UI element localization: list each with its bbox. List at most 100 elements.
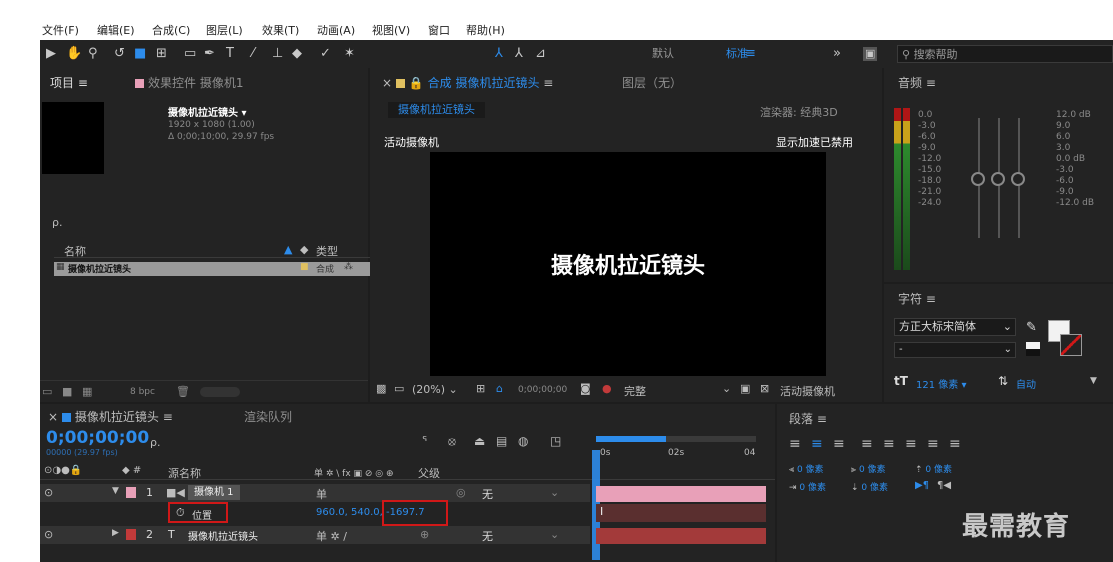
work-area-range[interactable] — [596, 436, 666, 442]
comp-viewer[interactable]: 摄像机拉近镜头 — [430, 152, 826, 376]
comp-breadcrumb[interactable]: 摄像机拉近镜头 — [388, 102, 485, 118]
layer-name[interactable]: 摄像机拉近镜头 — [188, 528, 258, 543]
indent-left-field[interactable]: ⫷ 0 像素 — [789, 462, 824, 475]
font-family-select[interactable]: 方正大标宋简体 ⌄ — [894, 318, 1016, 336]
motion-blur-icon[interactable]: ◍ — [518, 434, 528, 448]
right-volume-knob[interactable] — [1011, 172, 1025, 186]
project-tab[interactable]: 项目 ≡ — [50, 74, 88, 91]
menu-effect[interactable]: 效果(T) — [262, 22, 299, 38]
new-comp-icon[interactable]: ▦ — [82, 385, 92, 398]
justify-full-icon[interactable]: ≡ — [949, 436, 961, 452]
new-folder-icon[interactable]: ■ — [62, 385, 72, 398]
layer-2-bar[interactable] — [596, 528, 766, 544]
comp-tab[interactable]: × 🔒 合成 摄像机拉近镜头 ≡ — [382, 74, 553, 91]
render-queue-tab[interactable]: 渲染队列 — [244, 408, 292, 425]
time-ruler[interactable]: 0s 02s 04 — [596, 436, 764, 462]
menu-window[interactable]: 窗口 — [428, 22, 450, 38]
chevron-down-icon[interactable]: ⌄ — [550, 528, 559, 541]
close-icon[interactable]: × — [48, 410, 62, 424]
local-axis-icon[interactable]: ⅄ — [495, 44, 503, 64]
position-xy-value[interactable]: 960.0, 540.0, — [316, 507, 383, 518]
align-left-icon[interactable]: ≡ — [789, 436, 807, 452]
master-volume-knob[interactable] — [991, 172, 1005, 186]
table-row[interactable]: ⊙ ▼ 1 ■◀ 摄像机 1 单 ◎ 无 ⌄ — [40, 484, 590, 502]
column-source-name[interactable]: 源名称 — [168, 465, 201, 481]
project-search-input[interactable]: ρ. — [52, 216, 62, 229]
align-right-icon[interactable]: ≡ — [833, 436, 845, 452]
menu-animation[interactable]: 动画(A) — [317, 22, 355, 38]
workspace-default[interactable]: 默认 — [652, 44, 674, 64]
menu-layer[interactable]: 图层(L) — [206, 22, 243, 38]
menu-composition[interactable]: 合成(C) — [152, 22, 190, 38]
puppet-tool-icon[interactable]: ✶ — [344, 44, 355, 64]
transparency-grid-icon[interactable]: ⊠ — [760, 382, 769, 395]
pick-whip-icon[interactable]: ◎ — [456, 486, 466, 499]
chevron-down-icon[interactable]: ⌄ — [550, 486, 559, 499]
clone-stamp-tool-icon[interactable]: ⊥ — [272, 44, 283, 64]
expand-arrow-icon[interactable]: ▼ — [112, 486, 119, 496]
text-tool-icon[interactable]: T — [226, 44, 234, 64]
camera-tool-icon[interactable]: ■ — [134, 44, 146, 64]
column-name[interactable]: 名称 — [64, 243, 86, 259]
layer-label-color[interactable] — [126, 487, 136, 498]
timeline-search-input[interactable]: ρ. — [150, 436, 160, 449]
visibility-eye-icon[interactable]: ⊙ — [44, 528, 53, 541]
toolbar-toggle-icon[interactable]: ▣ — [863, 47, 878, 61]
eraser-tool-icon[interactable]: ◆ — [292, 44, 302, 64]
eyedropper-icon[interactable]: ✎ — [1026, 320, 1037, 335]
zoom-tool-icon[interactable]: ⚲ — [88, 44, 98, 64]
visibility-eye-icon[interactable]: ⊙ — [44, 486, 53, 499]
renderer-label[interactable]: 渲染器: 经典3D — [760, 104, 838, 120]
layer-1-bar[interactable] — [596, 486, 766, 502]
column-type[interactable]: 类型 — [316, 243, 338, 259]
rtl-direction-icon[interactable]: ¶◀ — [937, 480, 951, 491]
first-line-indent-field[interactable]: ⇥ 0 像素 — [789, 480, 826, 493]
close-icon[interactable]: × — [382, 76, 396, 90]
shy-layers-icon[interactable]: ⏏ — [474, 434, 485, 448]
snapshot-icon[interactable]: ◙ — [580, 382, 591, 395]
audio-tab[interactable]: 音频 ≡ — [898, 74, 936, 91]
layer-label-color[interactable] — [126, 529, 136, 540]
layer-name[interactable]: 摄像机 1 — [188, 485, 240, 500]
safe-margins-icon[interactable]: ⊞ — [476, 382, 485, 395]
left-volume-knob[interactable] — [971, 172, 985, 186]
comp-flowchart-icon[interactable]: ᕐ — [422, 434, 427, 448]
justify-right-icon[interactable]: ≡ — [905, 436, 917, 452]
draft-3d-icon[interactable]: ⦻ — [448, 434, 456, 449]
layer-switch[interactable]: 单 ✲ / — [316, 528, 347, 544]
resolution-select[interactable]: 完整 — [624, 383, 646, 399]
trash-icon[interactable]: 🗑 — [176, 385, 190, 398]
selection-tool-icon[interactable]: ▶ — [46, 44, 56, 64]
color-channels-icon[interactable]: ● — [602, 382, 612, 395]
pan-behind-tool-icon[interactable]: ⊞ — [156, 44, 167, 64]
3d-layer-icon[interactable]: ⊕ — [420, 528, 429, 541]
justify-center-icon[interactable]: ≡ — [883, 436, 895, 452]
timeline-tab[interactable]: × 摄像机拉近镜头 ≡ — [48, 408, 173, 425]
interpret-icon[interactable]: ▭ — [42, 385, 52, 398]
leading-value[interactable]: 自动 — [1016, 376, 1036, 391]
pen-tool-icon[interactable]: ✒ — [204, 44, 215, 64]
chevron-down-icon[interactable]: ▼ — [1090, 376, 1097, 386]
menu-file[interactable]: 文件(F) — [42, 22, 79, 38]
menu-view[interactable]: 视图(V) — [372, 22, 410, 38]
region-icon[interactable]: ▣ — [740, 382, 750, 395]
stroke-color-swatch[interactable] — [1060, 334, 1082, 356]
view-axis-icon[interactable]: ⊿ — [535, 44, 546, 64]
justify-left-icon[interactable]: ≡ — [861, 436, 873, 452]
layer-tab[interactable]: 图层（无） — [622, 74, 682, 91]
mask-visibility-icon[interactable]: ⌂ — [496, 382, 503, 395]
chevron-down-icon[interactable]: ⌄ — [722, 382, 731, 395]
workspace-overflow[interactable]: » — [833, 44, 841, 64]
column-parent[interactable]: 父级 — [418, 465, 440, 481]
workspace-menu-icon[interactable]: ≡ — [745, 44, 756, 64]
font-style-select[interactable]: - ⌄ — [894, 342, 1016, 358]
brush-tool-icon[interactable]: ⁄ — [252, 44, 254, 64]
graph-editor-icon[interactable]: ◳ — [550, 434, 561, 448]
camera-view-select[interactable]: 活动摄像机 — [780, 383, 835, 399]
space-before-field[interactable]: ⇡ 0 像素 — [915, 462, 952, 475]
roto-brush-tool-icon[interactable]: ✓ — [320, 44, 331, 64]
space-after-field[interactable]: ⇣ 0 像素 — [851, 480, 888, 493]
sort-icon[interactable]: ▲ — [284, 243, 292, 256]
align-center-icon[interactable]: ≡ — [811, 436, 823, 452]
world-axis-icon[interactable]: ⅄ — [515, 44, 523, 64]
